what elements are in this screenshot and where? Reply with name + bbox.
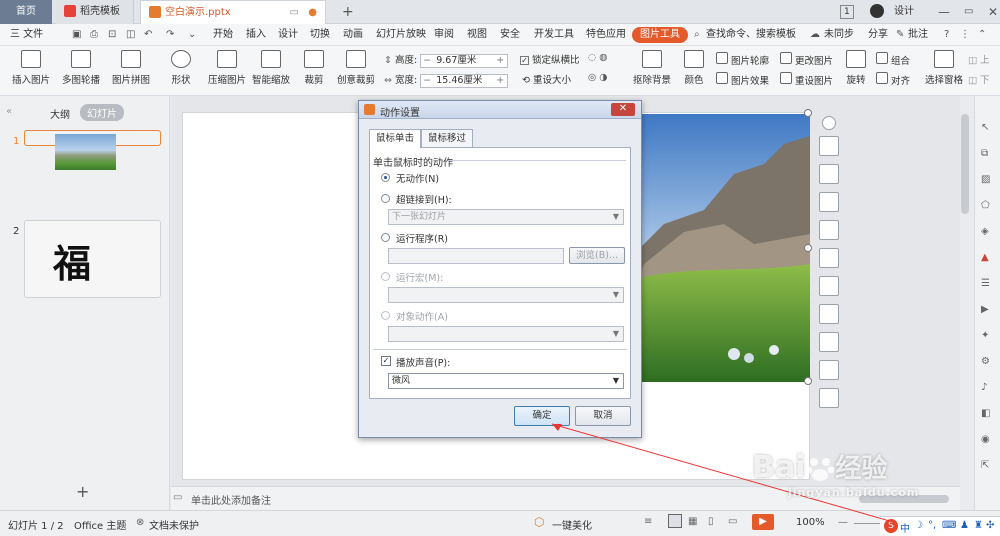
baidu-paw-icon [805,455,835,483]
annotation-arrowhead [552,424,562,431]
baidu-watermark: Bai 经验 [752,450,888,485]
watermark-url: jingyan.baidu.com [788,486,920,499]
wps-presentation-window: 首页 稻壳模板 空白演示.pptx ▭ ● + 1 设计 — ▭ ✕ 三 文件 … [0,0,1000,536]
tab-mouse-click[interactable]: 鼠标单击 [369,129,421,148]
